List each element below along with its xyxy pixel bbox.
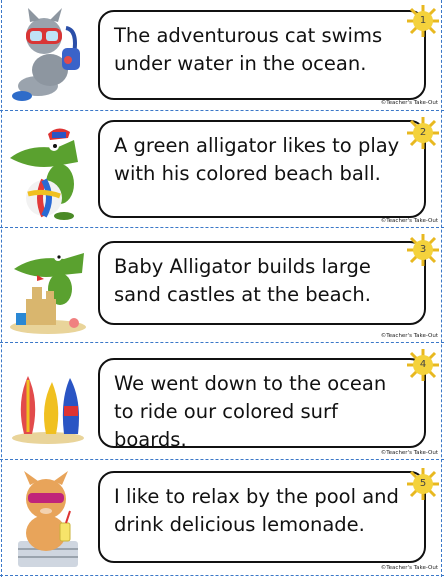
sentence-text: The adventurous cat swims under water in… bbox=[114, 24, 383, 75]
credit-text: ©Teacher's Take-Out bbox=[380, 565, 438, 571]
sentence-bubble: I like to relax by the pool and drink de… bbox=[98, 471, 426, 563]
sentence-text: Baby Alligator builds large sand castles… bbox=[114, 255, 371, 306]
sentence-text: We went down to the ocean to ride our co… bbox=[114, 372, 387, 451]
task-card-sheet: The adventurous cat swims under water in… bbox=[0, 0, 444, 577]
task-card-1: The adventurous cat swims under water in… bbox=[0, 0, 444, 110]
card-number: 4 bbox=[419, 359, 427, 370]
task-card-3: Baby Alligator builds large sand castles… bbox=[0, 227, 444, 342]
sentence-text: I like to relax by the pool and drink de… bbox=[114, 485, 399, 536]
surfboards-picture bbox=[12, 376, 84, 444]
card-number: 3 bbox=[419, 244, 427, 255]
sentence-bubble: The adventurous cat swims under water in… bbox=[98, 10, 426, 100]
credit-text: ©Teacher's Take-Out bbox=[380, 218, 438, 224]
task-card-4: We went down to the ocean to ride our co… bbox=[0, 342, 444, 459]
task-card-2: A green alligator likes to play with his… bbox=[0, 110, 444, 227]
sentence-bubble: We went down to the ocean to ride our co… bbox=[98, 358, 426, 451]
credit-text: ©Teacher's Take-Out bbox=[380, 333, 438, 339]
cut-line bbox=[0, 575, 444, 576]
sentence-bubble: A green alligator likes to play with his… bbox=[98, 120, 426, 218]
alligator-beach-ball-picture bbox=[10, 128, 78, 220]
credit-text: ©Teacher's Take-Out bbox=[380, 450, 438, 456]
alligator-sand-castle-picture bbox=[10, 253, 86, 334]
sentence-bubble: Baby Alligator builds large sand castles… bbox=[98, 241, 426, 325]
cat-lemonade-picture bbox=[18, 471, 78, 567]
credit-text: ©Teacher's Take-Out bbox=[380, 100, 438, 106]
cat-scuba-diver-picture bbox=[12, 8, 80, 101]
task-card-5: I like to relax by the pool and drink de… bbox=[0, 459, 444, 575]
card-number: 1 bbox=[419, 15, 427, 26]
card-number: 2 bbox=[419, 127, 427, 138]
sentence-text: A green alligator likes to play with his… bbox=[114, 134, 400, 185]
card-number: 5 bbox=[419, 478, 427, 489]
